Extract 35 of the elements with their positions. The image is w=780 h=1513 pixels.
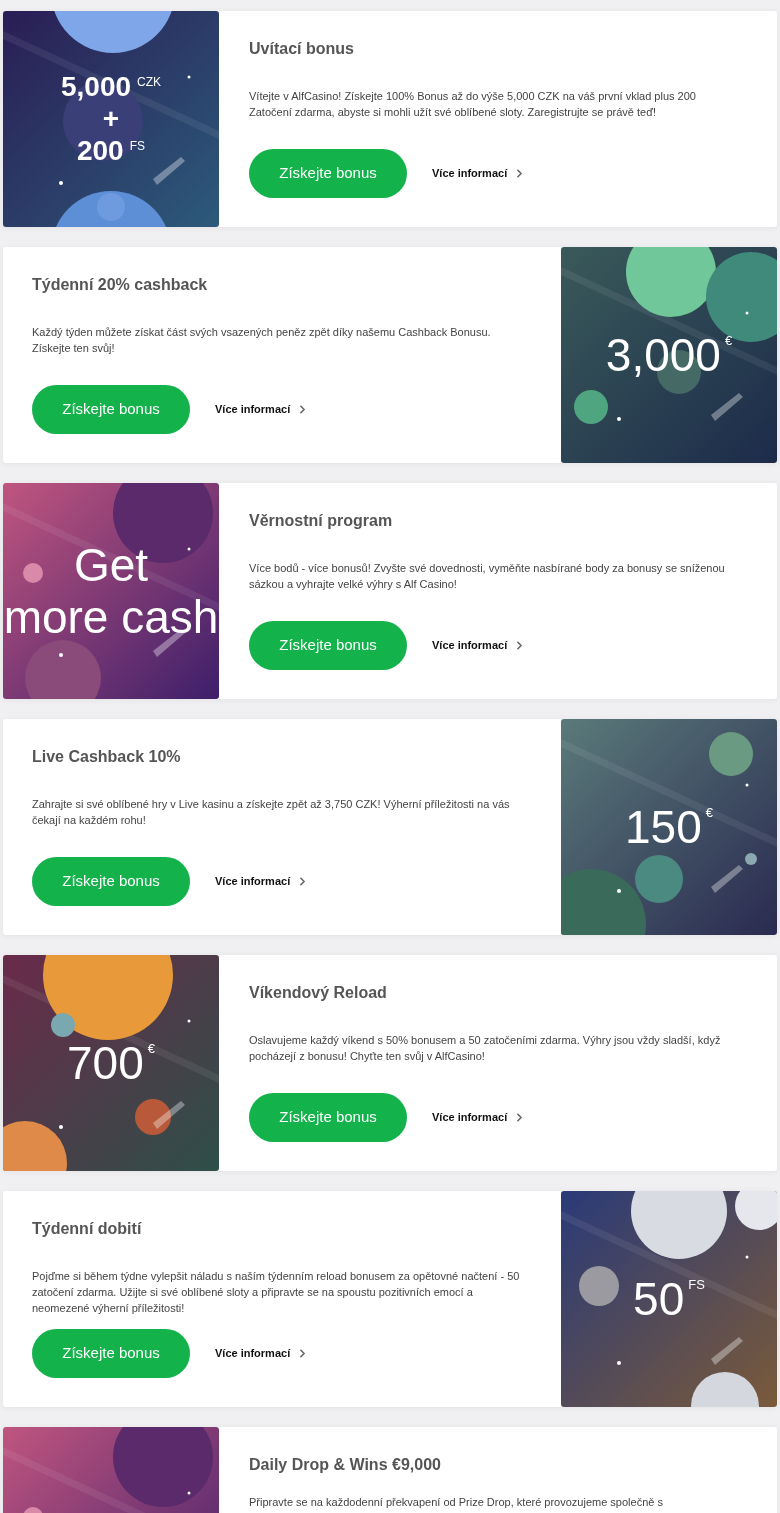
promo-unit: € [147, 1040, 155, 1058]
promo-amount: 200 [76, 135, 124, 167]
promo-amount: more cash [3, 591, 219, 643]
promo-title: Věrnostní program [249, 511, 394, 531]
promo-title: Daily Drop & Wins €9,000 [249, 1455, 442, 1475]
promo-amount: 700 [67, 1037, 144, 1089]
more-info-link[interactable]: Více informací [215, 873, 310, 890]
promo-title: Týdenní 20% cashback [32, 275, 209, 295]
promo-unit: CZK [137, 74, 162, 91]
promo-description: Připravte se na každodenní překvapení od Prize Drop, které provozujeme společně s [249, 1495, 664, 1510]
promo-description: Zahrajte si své oblíbené hry v Live kasinu a získejte zpět až 3,750 CZK! Výherní příležitosti na vás čekají na každém rohu! [32, 797, 511, 828]
promo-description: Vítejte v AlfCasino! Získejte 100% Bonus až do výše 5,000 CZK na váš první vklad plus 200 Zatočení zdarma, abyste si mohli užít své oblíbené sloty. Zaregistrujte se právě teď! [249, 89, 697, 120]
promo-unit: FS [129, 138, 146, 155]
promo-amount: 3,000 [605, 329, 721, 381]
promo-amount: 150 [625, 801, 702, 853]
more-info-link[interactable]: Více informací [432, 1109, 527, 1126]
promo-description: Pojďme si během týdne vylepšit náladu s naším týdenním reload bonusem za opětovné načtení - 50 zatočení zdarma. Užijte si své oblíbené sloty a připravte se na spoustu pozitivních emocí a neomezené výherní příležitosti! [32, 1269, 521, 1316]
promo-amount: 50 [633, 1273, 685, 1325]
more-info-link[interactable]: Více informací [215, 401, 310, 418]
promo-title: Uvítací bonus [249, 39, 355, 59]
more-info-link[interactable]: Více informací [432, 637, 527, 654]
promo-title: Týdenní dobití [32, 1219, 143, 1239]
promo-description: Oslavujeme každý víkend s 50% bonusem a 50 zatočeními zdarma. Výhry jsou vždy sladší, když pocházejí z bonusu! Chyťte ten svůj v AlfCasino! [249, 1033, 722, 1064]
promo-description: Každý týden můžete získat část svých vsazených peněz zpět díky našemu Cashback Bonusu. Získejte ten svůj! [32, 325, 492, 356]
promo-unit: € [705, 804, 713, 822]
promo-description: Více bodů - více bonusů! Zvyšte své dovednosti, vyměňte nasbírané body za bonusy se sníženou sázkou a vyhrajte velké výhry s Alf Casino! [249, 561, 726, 592]
promo-unit: FS [688, 1276, 705, 1294]
promo-amount: + [102, 103, 120, 135]
promo-title: Víkendový Reload [249, 983, 388, 1003]
more-info-link[interactable]: Více informací [215, 1345, 310, 1362]
promo-amount: Get [73, 539, 149, 591]
promo-unit: € [724, 332, 733, 350]
promo-amount: 5,000 [60, 71, 132, 103]
more-info-link[interactable]: Více informací [432, 165, 527, 182]
promo-title: Live Cashback 10% [32, 747, 182, 767]
